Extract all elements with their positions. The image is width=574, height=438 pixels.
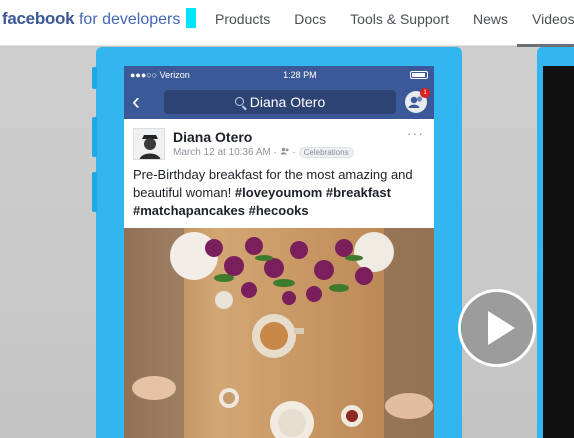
clock: 1:28 PM	[283, 70, 317, 80]
search-field[interactable]: Diana Otero	[164, 89, 396, 114]
next-slide-screen	[543, 66, 574, 438]
search-icon	[234, 97, 244, 106]
nav-link-tools-support[interactable]: Tools & Support	[350, 11, 449, 27]
battery-icon	[409, 71, 428, 79]
more-options-icon[interactable]: ···	[407, 125, 424, 141]
brand-for-developers: for developers	[78, 11, 181, 28]
avatar-illustration	[134, 129, 164, 159]
post-meta: March 12 at 10:36 AM · · Celebrations	[173, 147, 354, 158]
notification-badge: 1	[420, 88, 430, 98]
facebook-app-bar: ‹ Diana Otero 1	[124, 84, 434, 119]
audience-icon	[280, 147, 289, 155]
search-query: Diana Otero	[249, 93, 326, 110]
feeling-tag[interactable]: Celebrations	[298, 147, 354, 158]
top-navigation: facebook for developers Products Docs To…	[0, 0, 574, 47]
play-button[interactable]	[458, 289, 536, 367]
breakfast-photo-illustration	[124, 228, 434, 438]
carrier-label: ●●●○○ Verizon	[130, 70, 190, 80]
text-cursor	[186, 8, 197, 28]
phone-side-button	[92, 117, 97, 157]
news-feed-post: Diana Otero March 12 at 10:36 AM · · Cel…	[124, 119, 434, 438]
avatar[interactable]	[133, 128, 165, 160]
phone-screen: ●●●○○ Verizon 1:28 PM ‹ Diana Otero 1 Di…	[124, 66, 434, 438]
post-author[interactable]: Diana Otero	[173, 129, 252, 145]
active-tab-indicator	[517, 44, 574, 47]
post-header: Diana Otero March 12 at 10:36 AM · · Cel…	[124, 119, 434, 166]
phone-side-button	[92, 67, 97, 89]
post-photo[interactable]	[124, 228, 434, 438]
friends-icon[interactable]: 1	[405, 88, 430, 113]
post-date[interactable]: March 12 at 10:36 AM	[173, 147, 271, 158]
status-bar: ●●●○○ Verizon 1:28 PM	[124, 66, 434, 84]
nav-links: Products Docs Tools & Support News Video…	[215, 11, 574, 27]
play-icon	[488, 311, 515, 345]
post-text: Pre-Birthday breakfast for the most amaz…	[124, 166, 434, 228]
back-chevron-icon[interactable]: ‹	[132, 89, 156, 114]
meta-separator: ·	[292, 147, 296, 158]
phone-side-button	[92, 172, 97, 212]
brand-logo[interactable]: facebook for developers	[2, 8, 197, 29]
nav-link-docs[interactable]: Docs	[294, 11, 326, 27]
brand-facebook: facebook	[2, 9, 75, 28]
meta-separator: ·	[273, 147, 277, 158]
page: facebook for developers Products Docs To…	[0, 0, 574, 438]
nav-link-news[interactable]: News	[473, 11, 508, 27]
nav-link-videos[interactable]: Videos	[532, 11, 574, 27]
nav-link-products[interactable]: Products	[215, 11, 270, 27]
next-slide-phone	[537, 47, 574, 438]
phone-mockup: ●●●○○ Verizon 1:28 PM ‹ Diana Otero 1 Di…	[92, 47, 462, 438]
